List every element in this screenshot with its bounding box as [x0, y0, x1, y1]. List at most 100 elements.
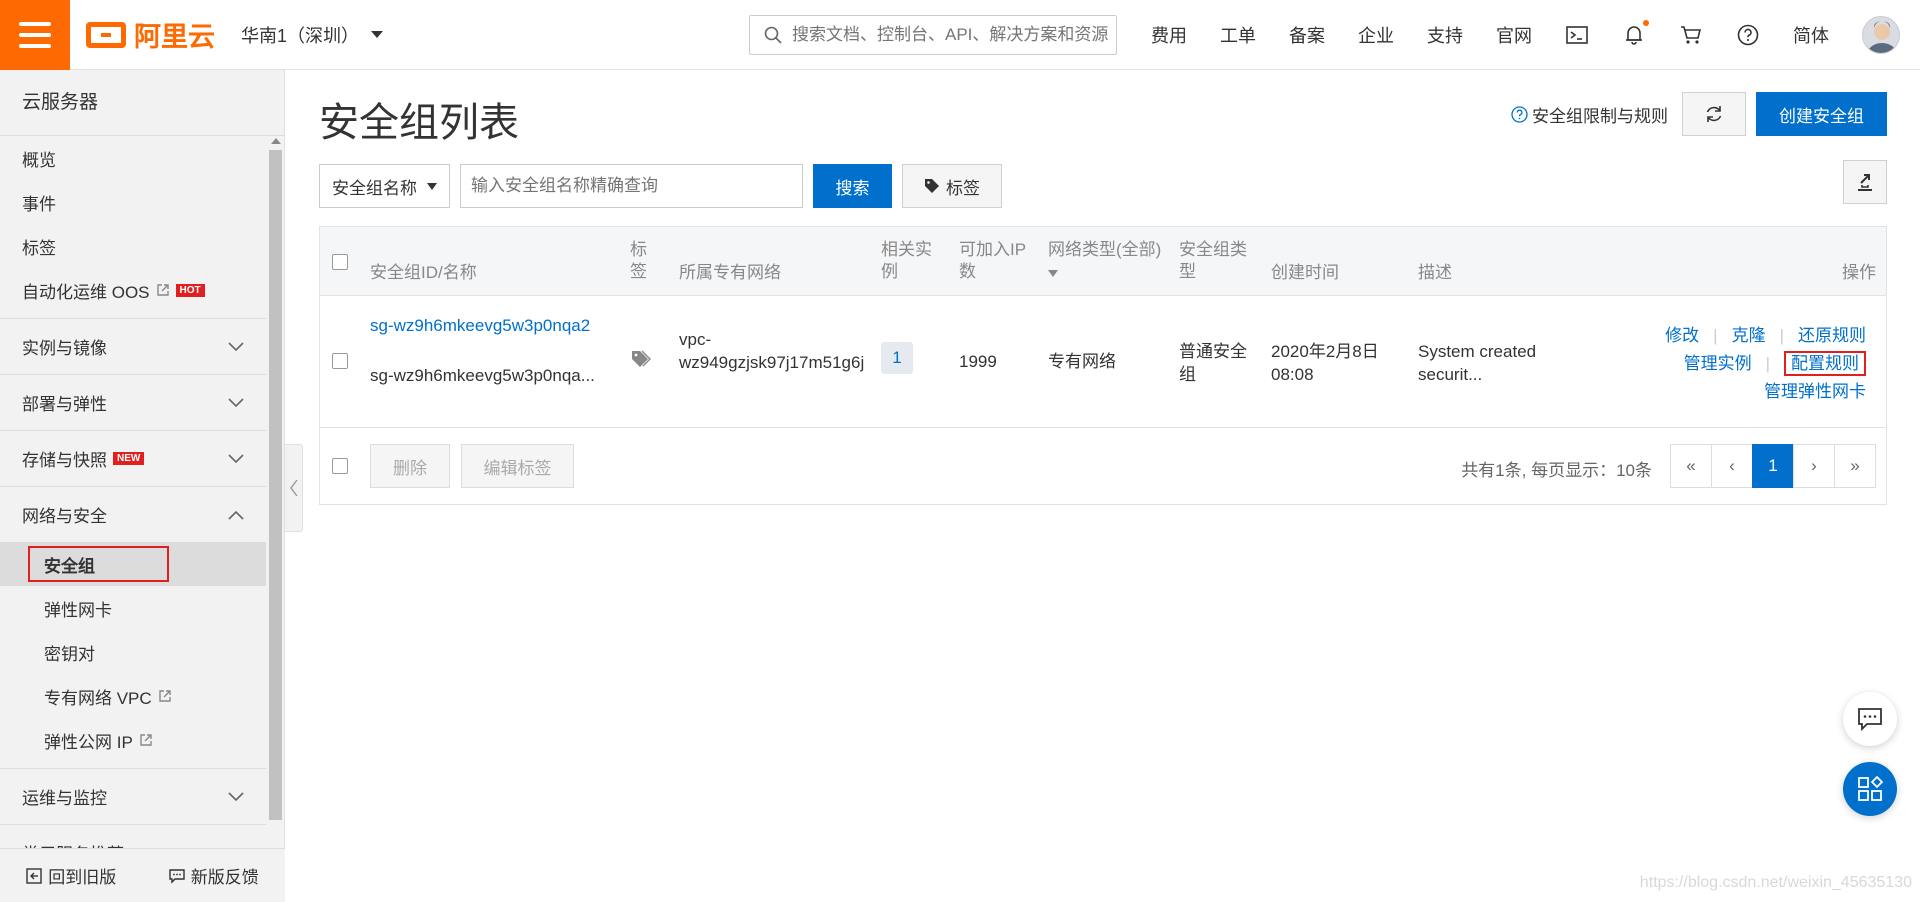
net-type-filter-label: 网络类型(全部)	[1048, 240, 1162, 259]
chevron-left-icon	[289, 479, 298, 497]
sg-name-input[interactable]	[460, 164, 803, 208]
filter-field-select[interactable]: 安全组名称	[319, 164, 450, 208]
created-clock: 08:08	[1271, 365, 1314, 384]
sidebar-item-vpc[interactable]: 专有网络 VPC	[0, 674, 266, 718]
row-tag-icon[interactable]	[631, 350, 651, 374]
select-all-checkbox[interactable]	[332, 254, 348, 270]
watermark: https://blog.csdn.net/weixin_45635130	[1639, 874, 1912, 891]
sidebar-group-ops[interactable]: 运维与监控	[0, 768, 266, 824]
next-page-button[interactable]: ›	[1793, 444, 1835, 488]
prev-page-button[interactable]: ‹	[1711, 444, 1753, 488]
notification-dot	[1643, 20, 1649, 26]
sidebar-group-network[interactable]: 网络与安全	[0, 486, 266, 542]
first-page-button[interactable]: «	[1670, 444, 1712, 488]
delete-button[interactable]: 删除	[370, 444, 450, 488]
back-icon	[26, 867, 42, 884]
refresh-icon	[1706, 106, 1722, 122]
refresh-button[interactable]	[1682, 92, 1746, 136]
user-avatar[interactable]	[1862, 16, 1900, 54]
vpc-id-line1: vpc-	[679, 330, 712, 349]
sidebar-collapse-handle[interactable]	[285, 444, 303, 532]
sidebar-item-overview[interactable]: 概览	[0, 136, 266, 180]
sidebar-item-events[interactable]: 事件	[0, 180, 266, 224]
sidebar-group-recommend[interactable]: 常用服务推荐	[0, 824, 266, 848]
footer-select-all-checkbox[interactable]	[332, 458, 348, 474]
configure-rules-link[interactable]: 配置规则	[1784, 351, 1866, 376]
clone-link[interactable]: 克隆	[1732, 326, 1766, 345]
ops-line-3: 管理弹性网卡	[1606, 378, 1866, 406]
tag-filter-button[interactable]: 标签	[902, 164, 1002, 208]
sg-id-link[interactable]: sg-wz9h6mkeevg5w3p0nqa2	[370, 314, 590, 337]
sidebar-group-storage[interactable]: 存储与快照 NEW	[0, 430, 266, 486]
region-selector[interactable]: 华南1（深圳）	[241, 22, 384, 48]
nav-fees[interactable]: 费用	[1151, 22, 1187, 48]
feedback-label: 新版反馈	[190, 868, 259, 887]
security-group-table: 安全组ID/名称 标签 所属专有网络 相关实例 可加入IP数 网络类型(全部) …	[319, 226, 1887, 505]
manage-eni-link[interactable]: 管理弹性网卡	[1764, 382, 1866, 401]
row-checkbox[interactable]	[332, 353, 348, 369]
vpc-id-line2: wz949gzjsk97j17m51g6j	[679, 353, 865, 372]
sidebar-item-label: 弹性公网 IP	[44, 732, 133, 752]
net-type: 专有网络	[1048, 352, 1116, 371]
sidebar-item-keypair[interactable]: 密钥对	[0, 630, 266, 674]
vpc-id: vpc- wz949gzjsk97j17m51g6j	[679, 328, 864, 374]
sidebar-item-eip[interactable]: 弹性公网 IP	[0, 718, 266, 762]
restore-rules-link[interactable]: 还原规则	[1798, 326, 1866, 345]
sidebar-scrollbar[interactable]	[267, 136, 284, 836]
sidebar-item-oos[interactable]: 自动化运维 OOS HOT	[0, 268, 266, 312]
sidebar-group-instances[interactable]: 实例与镜像	[0, 318, 266, 374]
col-header-tag: 标签	[630, 240, 647, 281]
back-to-old-version[interactable]: 回到旧版	[26, 863, 116, 888]
apps-grid-icon	[1858, 776, 1883, 801]
ops-line-1: 修改 | 克隆 | 还原规则	[1606, 322, 1866, 350]
new-version-feedback[interactable]: 新版反馈	[169, 863, 259, 888]
language-switch[interactable]: 简体	[1793, 22, 1829, 48]
aliyun-logo[interactable]: 阿里云	[86, 15, 215, 54]
terminal-icon[interactable]	[1565, 23, 1589, 47]
modify-link[interactable]: 修改	[1665, 326, 1699, 345]
row-operations: 修改 | 克隆 | 还原规则 管理实例 | 配置规则 管理弹性网卡	[1606, 322, 1866, 406]
chevron-down-icon	[228, 791, 244, 801]
back-label: 回到旧版	[48, 868, 117, 887]
tag-button-label: 标签	[946, 178, 980, 198]
col-header-net-type[interactable]: 网络类型(全部)	[1048, 239, 1161, 283]
nav-support[interactable]: 支持	[1427, 22, 1463, 48]
sidebar-group-deploy[interactable]: 部署与弹性	[0, 374, 266, 430]
sidebar-item-eni[interactable]: 弹性网卡	[0, 586, 266, 630]
sidebar-item-tags[interactable]: 标签	[0, 224, 266, 268]
pagination: « ‹ 1 › »	[1670, 444, 1876, 488]
sidebar-item-label: 自动化运维 OOS	[22, 282, 150, 302]
hamburger-menu-icon[interactable]	[0, 0, 70, 70]
external-link-icon	[158, 689, 172, 703]
search-button[interactable]: 搜索	[813, 164, 892, 208]
search-input[interactable]	[792, 25, 1112, 45]
chevron-down-icon	[228, 341, 244, 351]
create-security-group-button[interactable]: 创建安全组	[1756, 92, 1887, 136]
nav-enterprise[interactable]: 企业	[1358, 22, 1394, 48]
cart-icon[interactable]	[1679, 23, 1703, 47]
scroll-up-icon[interactable]	[271, 138, 281, 144]
scrollbar-thumb[interactable]	[269, 150, 282, 820]
sg-limits-help-link[interactable]: 安全组限制与规则	[1511, 102, 1668, 127]
export-button[interactable]	[1843, 160, 1887, 204]
manage-instances-link[interactable]: 管理实例	[1684, 354, 1752, 373]
sidebar-item-security-group[interactable]: 安全组	[0, 542, 266, 586]
last-page-button[interactable]: »	[1834, 444, 1876, 488]
separator: |	[1779, 326, 1784, 345]
help-icon[interactable]	[1736, 23, 1760, 47]
apps-float-button[interactable]	[1843, 762, 1897, 816]
global-search[interactable]	[749, 15, 1117, 55]
chevron-down-icon	[228, 397, 244, 407]
chat-float-button[interactable]	[1843, 692, 1897, 746]
bell-icon[interactable]	[1622, 20, 1649, 47]
edit-tags-button[interactable]: 编辑标签	[461, 444, 574, 488]
external-link-icon	[139, 733, 153, 747]
nav-tickets[interactable]: 工单	[1220, 22, 1256, 48]
nav-icp[interactable]: 备案	[1289, 22, 1325, 48]
instance-count: 1	[881, 342, 913, 374]
top-nav: 费用 工单 备案 企业 支持 官网 简体	[1151, 0, 1862, 70]
page-1-button[interactable]: 1	[1752, 444, 1794, 488]
instance-count-badge[interactable]: 1	[881, 342, 913, 374]
nav-official-site[interactable]: 官网	[1496, 22, 1532, 48]
logo-text: 阿里云	[134, 22, 215, 52]
